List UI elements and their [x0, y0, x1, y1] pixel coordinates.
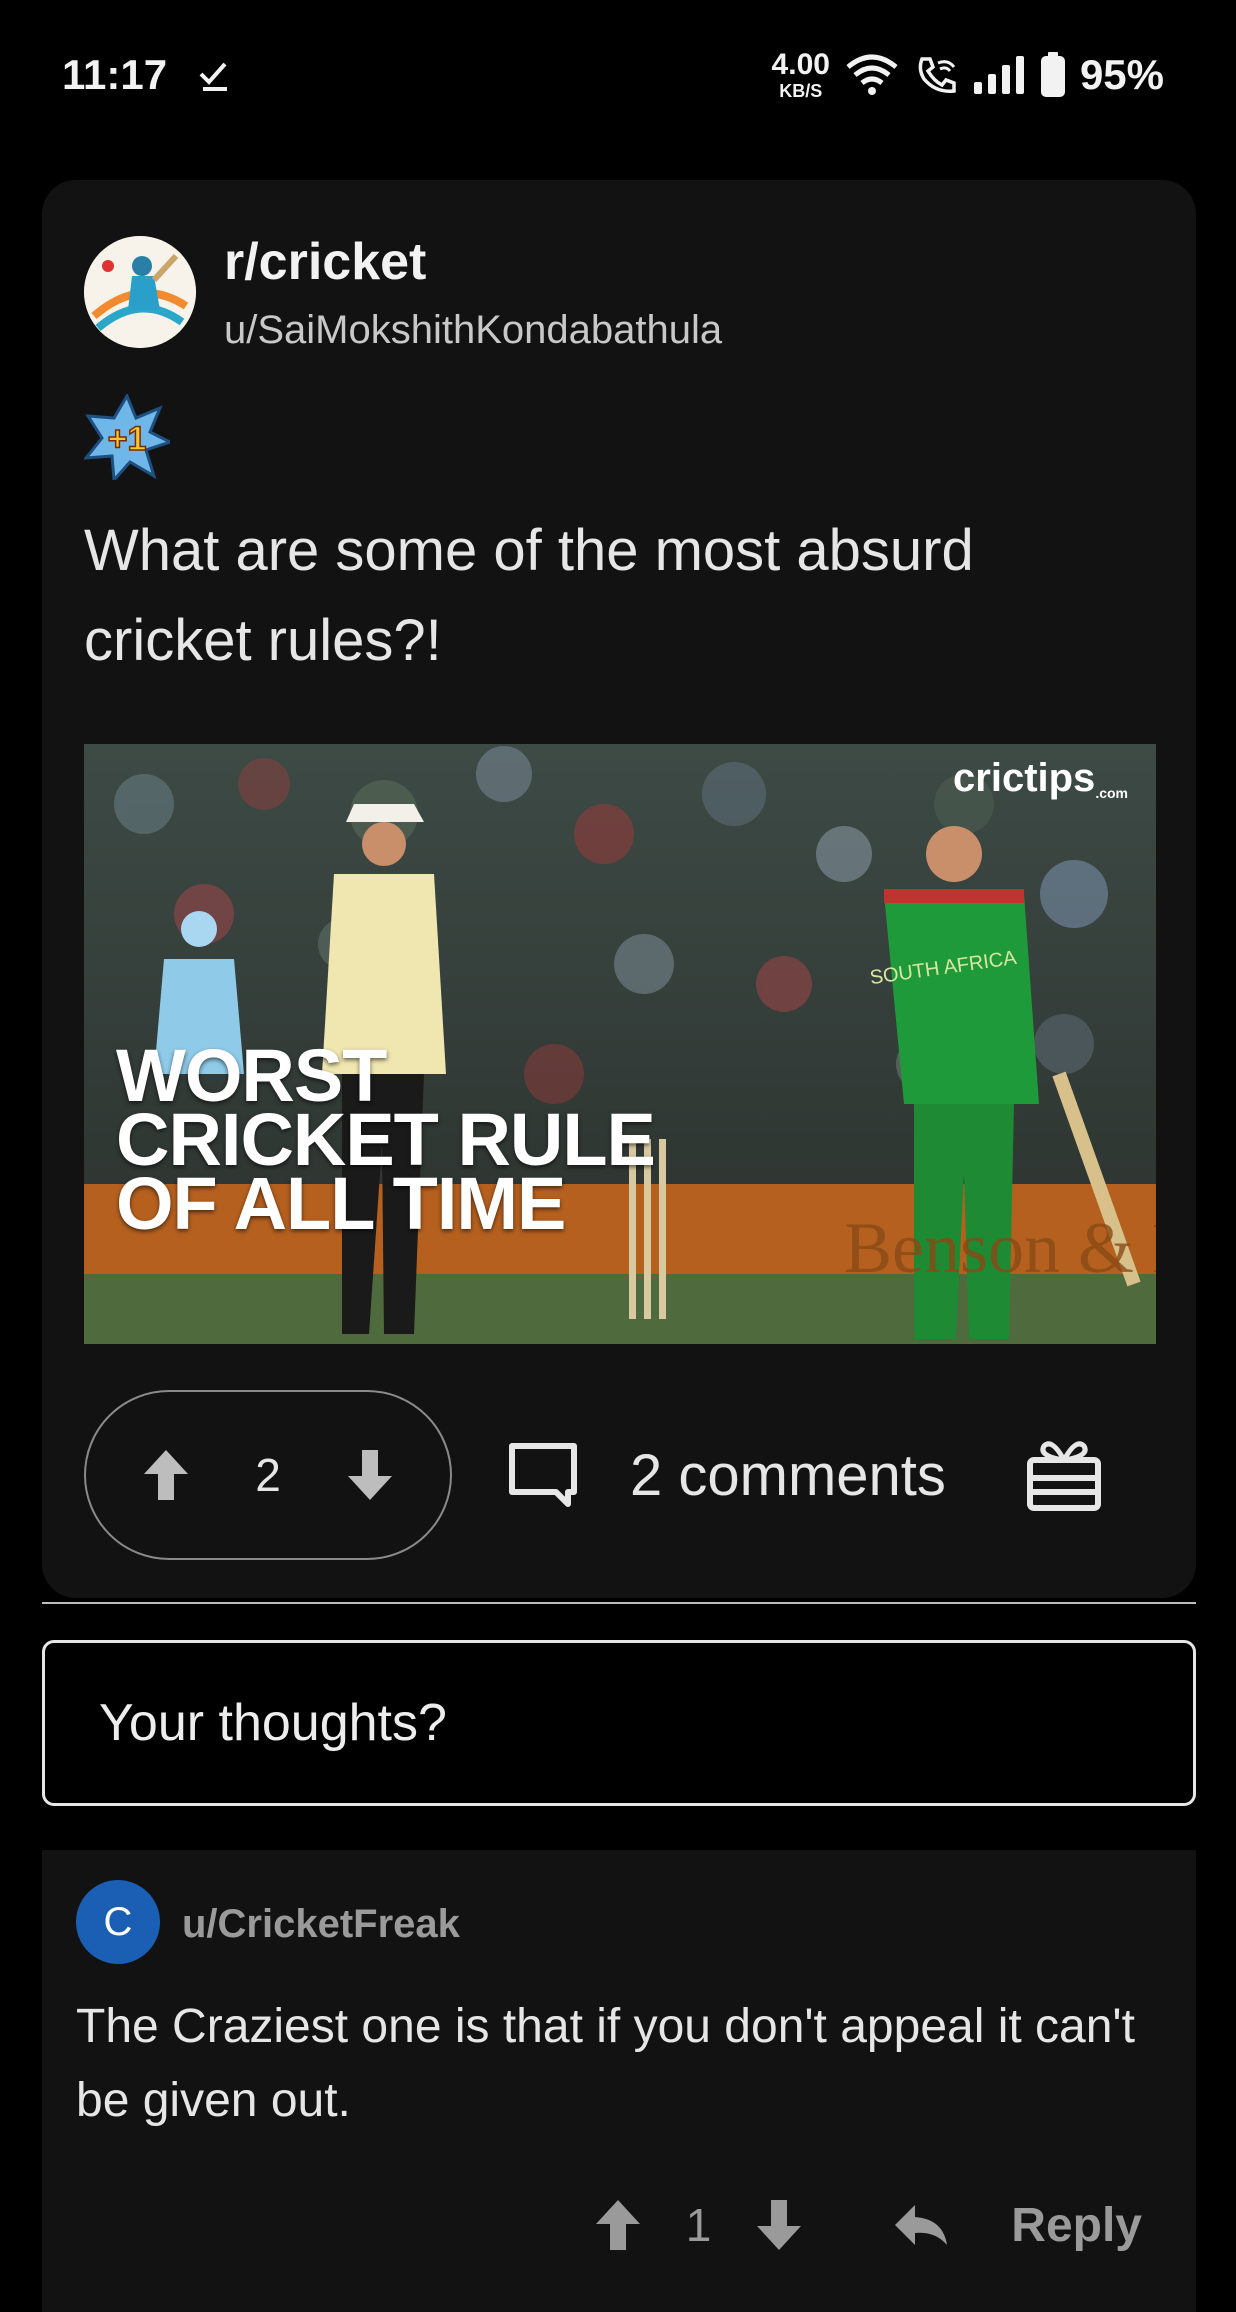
thumbnail-headline: WORST CRICKET RULE OF ALL TIME	[116, 1034, 656, 1245]
comment-card: C u/CricketFreak The Craziest one is tha…	[42, 1850, 1196, 2312]
downvote-icon[interactable]	[346, 1448, 394, 1502]
battery-icon	[1040, 52, 1066, 98]
post-vote-count: 2	[255, 1449, 281, 1501]
reply-button[interactable]: Reply	[893, 2198, 1142, 2253]
commenter-username[interactable]: u/CricketFreak	[182, 1902, 460, 1947]
post-thumbnail[interactable]: SOUTH AFRICA Benson & Hedges World crict…	[84, 744, 1156, 1344]
commenter-avatar[interactable]: C	[76, 1880, 160, 1964]
comment-icon	[508, 1442, 578, 1508]
reply-icon	[893, 2203, 949, 2247]
award-text: +1	[108, 420, 147, 458]
upvote-icon[interactable]	[142, 1448, 190, 1502]
vote-controls: 2	[84, 1390, 452, 1560]
divider	[42, 1602, 1196, 1604]
post-title[interactable]: What are some of the most absurd cricket…	[84, 506, 1144, 686]
subreddit-name[interactable]: r/cricket	[224, 232, 426, 292]
board-text: Benson & Hedges World	[844, 1208, 1156, 1288]
comment-downvote-icon[interactable]	[755, 2198, 803, 2252]
gift-button[interactable]	[1026, 1436, 1102, 1512]
download-done-icon	[197, 58, 231, 92]
comment-input-placeholder: Your thoughts?	[99, 1694, 447, 1752]
comment-input[interactable]: Your thoughts?	[42, 1640, 1196, 1806]
network-speed: 4.00 KB/S	[771, 48, 830, 101]
post-author[interactable]: u/SaiMokshithKondabathula	[224, 308, 722, 353]
wifi-icon	[844, 53, 900, 97]
comment-body: The Craziest one is that if you don't ap…	[76, 2000, 1135, 2127]
status-bar: 11:17 4.00 KB/S 95%	[0, 0, 1236, 150]
comments-button[interactable]: 2 comments	[508, 1412, 946, 1538]
subreddit-avatar[interactable]	[84, 236, 196, 348]
comment-upvote-icon[interactable]	[594, 2198, 642, 2252]
clock: 11:17	[62, 51, 168, 98]
wifi-call-icon	[914, 53, 958, 97]
crictips-logo: crictips.com	[953, 756, 1128, 801]
gift-icon	[1027, 1441, 1101, 1511]
battery-percent: 95%	[1079, 51, 1164, 98]
post-card[interactable]: r/cricket u/SaiMokshithKondabathula +1 W…	[42, 180, 1196, 1598]
award-badge[interactable]: +1	[82, 392, 174, 484]
reply-label: Reply	[1011, 2198, 1142, 2252]
signal-icon	[972, 54, 1026, 96]
comments-count-label: 2 comments	[630, 1442, 946, 1508]
comment-vote-count: 1	[685, 2199, 712, 2251]
comment-actions: 1 Reply	[594, 2180, 1142, 2270]
